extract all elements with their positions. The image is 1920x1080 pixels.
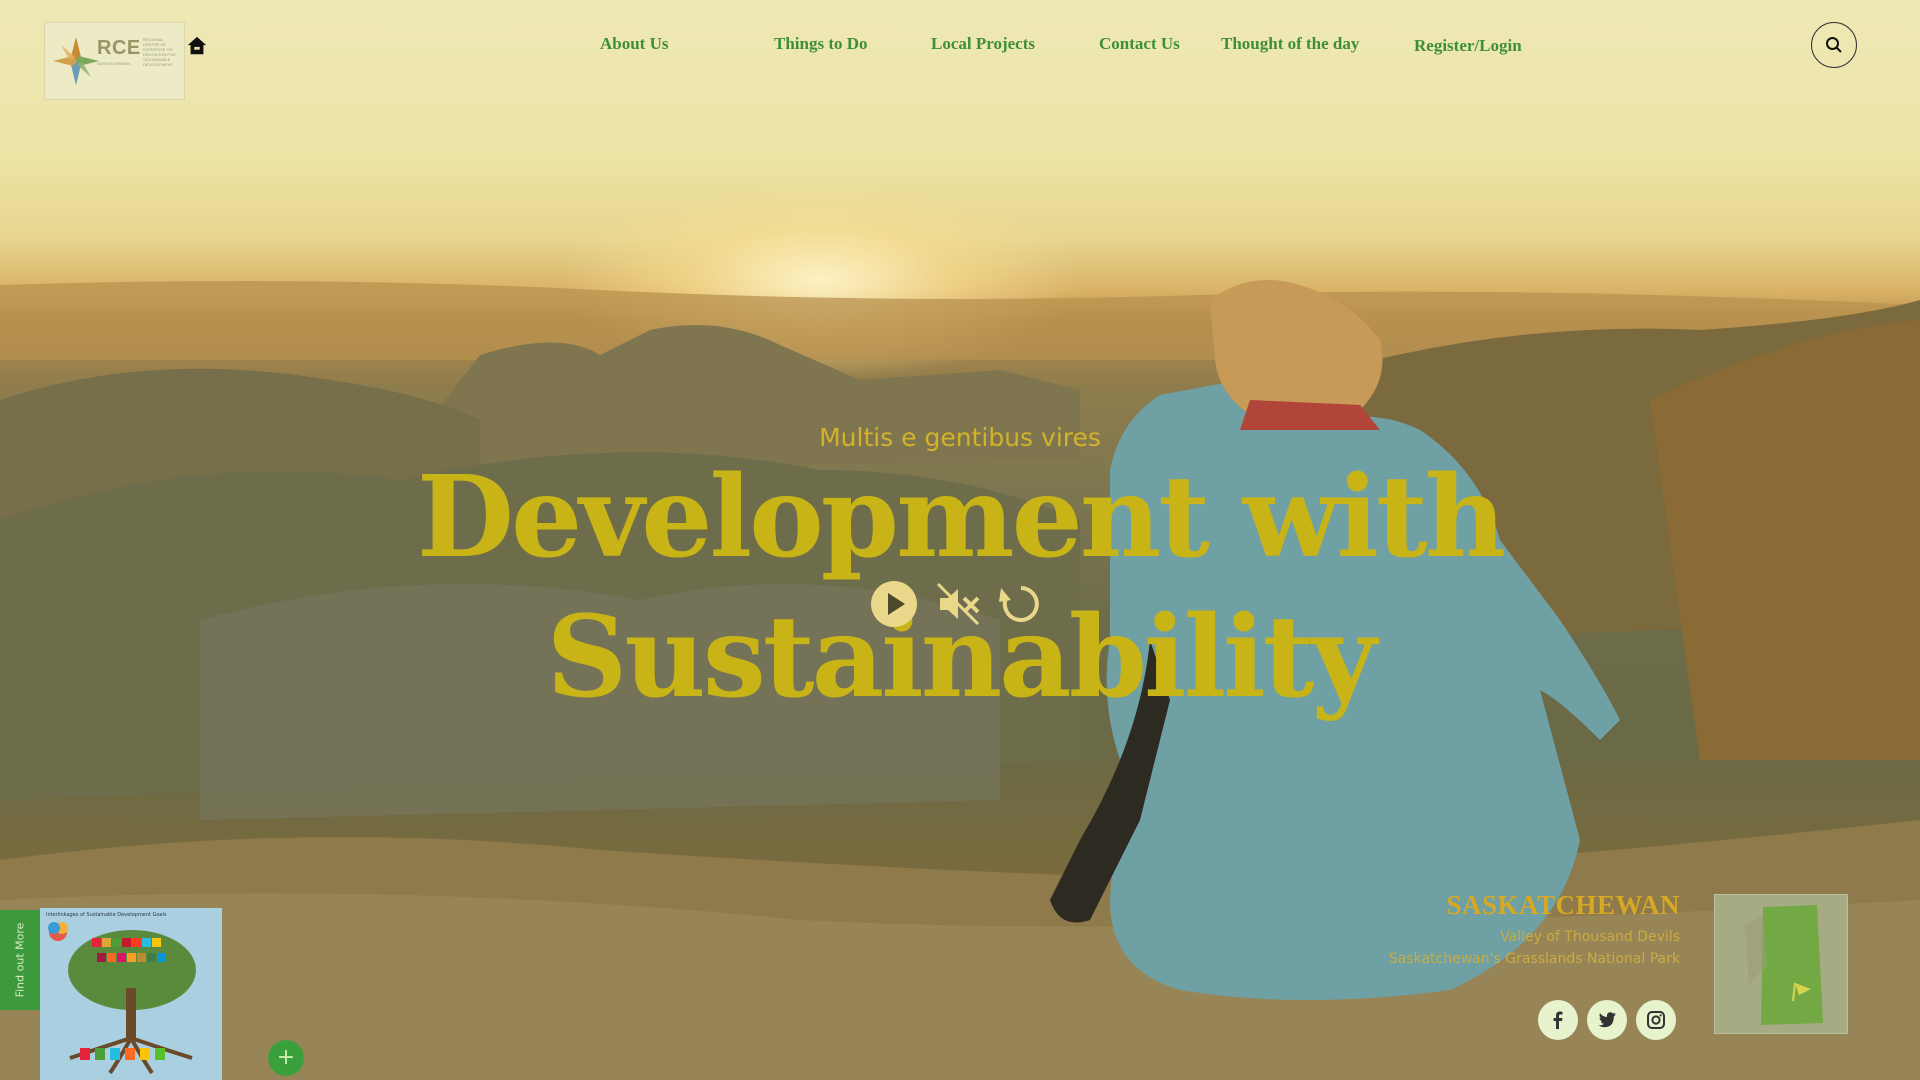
- play-icon[interactable]: [870, 580, 918, 628]
- instagram-icon: [1647, 1011, 1665, 1029]
- find-out-more-label: Find out More: [13, 922, 27, 998]
- location-caption: SASKATCHEWAN Valley of Thousand Devils S…: [1389, 890, 1680, 967]
- nav-contact-us[interactable]: Contact Us: [1099, 34, 1180, 54]
- video-controls: [869, 580, 1049, 630]
- rce-compass-logo-icon: [53, 37, 99, 85]
- sdg-tree-thumbnail[interactable]: Interlinkages of Sustainable Development…: [40, 908, 222, 1080]
- place-name: Valley of Thousand Devils: [1500, 929, 1680, 945]
- nav-local-projects[interactable]: Local Projects: [931, 34, 1035, 54]
- logo-text: RCE: [97, 37, 141, 59]
- sdg-tree-illustration: Interlinkages of Sustainable Development…: [46, 912, 196, 1075]
- twitter-button[interactable]: [1587, 1000, 1627, 1040]
- home-icon[interactable]: [186, 35, 208, 57]
- logo-subtext: SASKATCHEWAN: [97, 61, 131, 66]
- find-out-more-tab[interactable]: Find out More: [0, 910, 40, 1010]
- top-navigation: RCE SASKATCHEWAN REGIONAL CENTRE OF EXPE…: [0, 0, 1920, 110]
- nav-about-us[interactable]: About Us: [600, 34, 669, 54]
- saskatchewan-map-thumbnail[interactable]: [1714, 894, 1848, 1034]
- expand-plus-button[interactable]: +: [268, 1040, 304, 1076]
- instagram-button[interactable]: [1636, 1000, 1676, 1040]
- nav-register-login[interactable]: Register/Login: [1414, 36, 1522, 56]
- nav-thought-of-the-day[interactable]: Thought of the day: [1221, 34, 1359, 54]
- search-button[interactable]: [1811, 22, 1857, 68]
- mute-icon[interactable]: [934, 580, 982, 628]
- facebook-icon: [1553, 1011, 1563, 1029]
- replay-icon[interactable]: [997, 580, 1045, 628]
- sdg-caption: Interlinkages of Sustainable Development…: [46, 912, 167, 918]
- province-map-icon: [1745, 905, 1823, 1025]
- nav-things-to-do[interactable]: Things to Do: [774, 34, 868, 54]
- logo-small-text: REGIONAL CENTRE OF EXPERTISE ON EDUCATIO…: [143, 37, 176, 67]
- park-name: Saskatchewan's Grasslands National Park: [1388, 951, 1680, 967]
- facebook-button[interactable]: [1538, 1000, 1578, 1040]
- region-title: SASKATCHEWAN: [1446, 890, 1680, 920]
- rce-logo[interactable]: RCE SASKATCHEWAN REGIONAL CENTRE OF EXPE…: [44, 22, 185, 100]
- twitter-icon: [1598, 1012, 1616, 1028]
- search-icon: [1826, 37, 1842, 53]
